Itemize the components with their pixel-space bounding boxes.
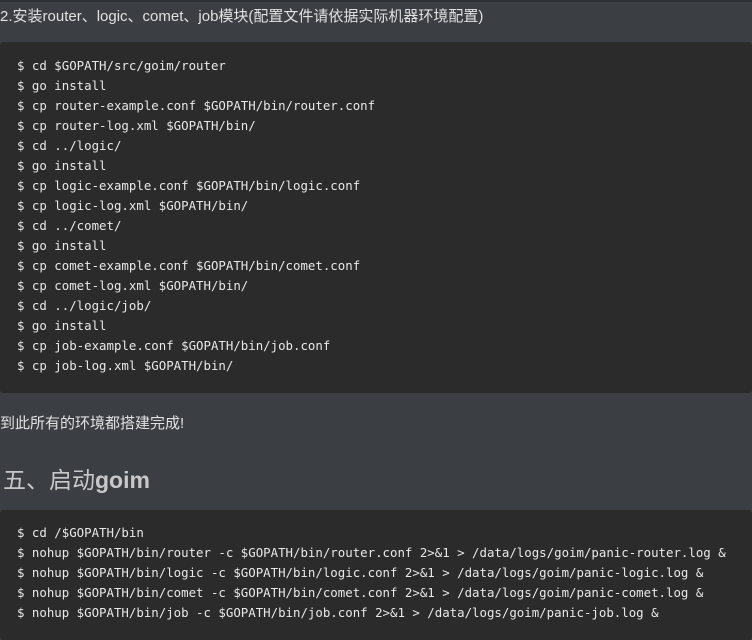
code-line: $ nohup $GOPATH/bin/logic -c $GOPATH/bin… bbox=[17, 565, 704, 580]
section-heading: 五、启动goim bbox=[3, 461, 150, 495]
code-line: $ cd ../logic/ bbox=[17, 138, 122, 153]
step2-heading: 2.安装router、logic、comet、job模块(配置文件请依据实际机器… bbox=[0, 8, 484, 25]
code-line: $ nohup $GOPATH/bin/router -c $GOPATH/bi… bbox=[17, 545, 726, 560]
code-line: $ go install bbox=[17, 318, 107, 333]
section-heading-prefix: 五、启动 bbox=[3, 467, 95, 493]
code-line: $ cp job-log.xml $GOPATH/bin/ bbox=[17, 358, 234, 373]
code-line: $ cd /$GOPATH/bin bbox=[17, 525, 144, 540]
install-code-block: $ cd $GOPATH/src/goim/router $ go install… bbox=[0, 42, 752, 393]
code-line: $ cp comet-log.xml $GOPATH/bin/ bbox=[17, 278, 249, 293]
code-line: $ cd ../logic/job/ bbox=[17, 298, 152, 313]
done-text: 到此所有的环境都搭建完成! bbox=[0, 415, 185, 432]
start-code-block: $ cd /$GOPATH/bin $ nohup $GOPATH/bin/rou… bbox=[0, 510, 752, 640]
code-line: $ cp logic-example.conf $GOPATH/bin/logi… bbox=[17, 178, 361, 193]
code-line: $ cp router-log.xml $GOPATH/bin/ bbox=[17, 118, 256, 133]
code-line: $ nohup $GOPATH/bin/comet -c $GOPATH/bin… bbox=[17, 585, 704, 600]
code-line: $ cp job-example.conf $GOPATH/bin/job.co… bbox=[17, 338, 331, 353]
code-line: $ cp logic-log.xml $GOPATH/bin/ bbox=[17, 198, 249, 213]
code-line: $ go install bbox=[17, 158, 107, 173]
top-divider bbox=[0, 0, 752, 2]
code-line: $ cp router-example.conf $GOPATH/bin/rou… bbox=[17, 98, 376, 113]
code-line: $ go install bbox=[17, 78, 107, 93]
code-line: $ cd $GOPATH/src/goim/router bbox=[17, 58, 226, 73]
code-line: $ nohup $GOPATH/bin/job -c $GOPATH/bin/j… bbox=[17, 605, 659, 620]
code-line: $ cd ../comet/ bbox=[17, 218, 122, 233]
code-line: $ go install bbox=[17, 238, 107, 253]
code-line: $ cp comet-example.conf $GOPATH/bin/come… bbox=[17, 258, 361, 273]
section-heading-name: goim bbox=[95, 467, 150, 493]
